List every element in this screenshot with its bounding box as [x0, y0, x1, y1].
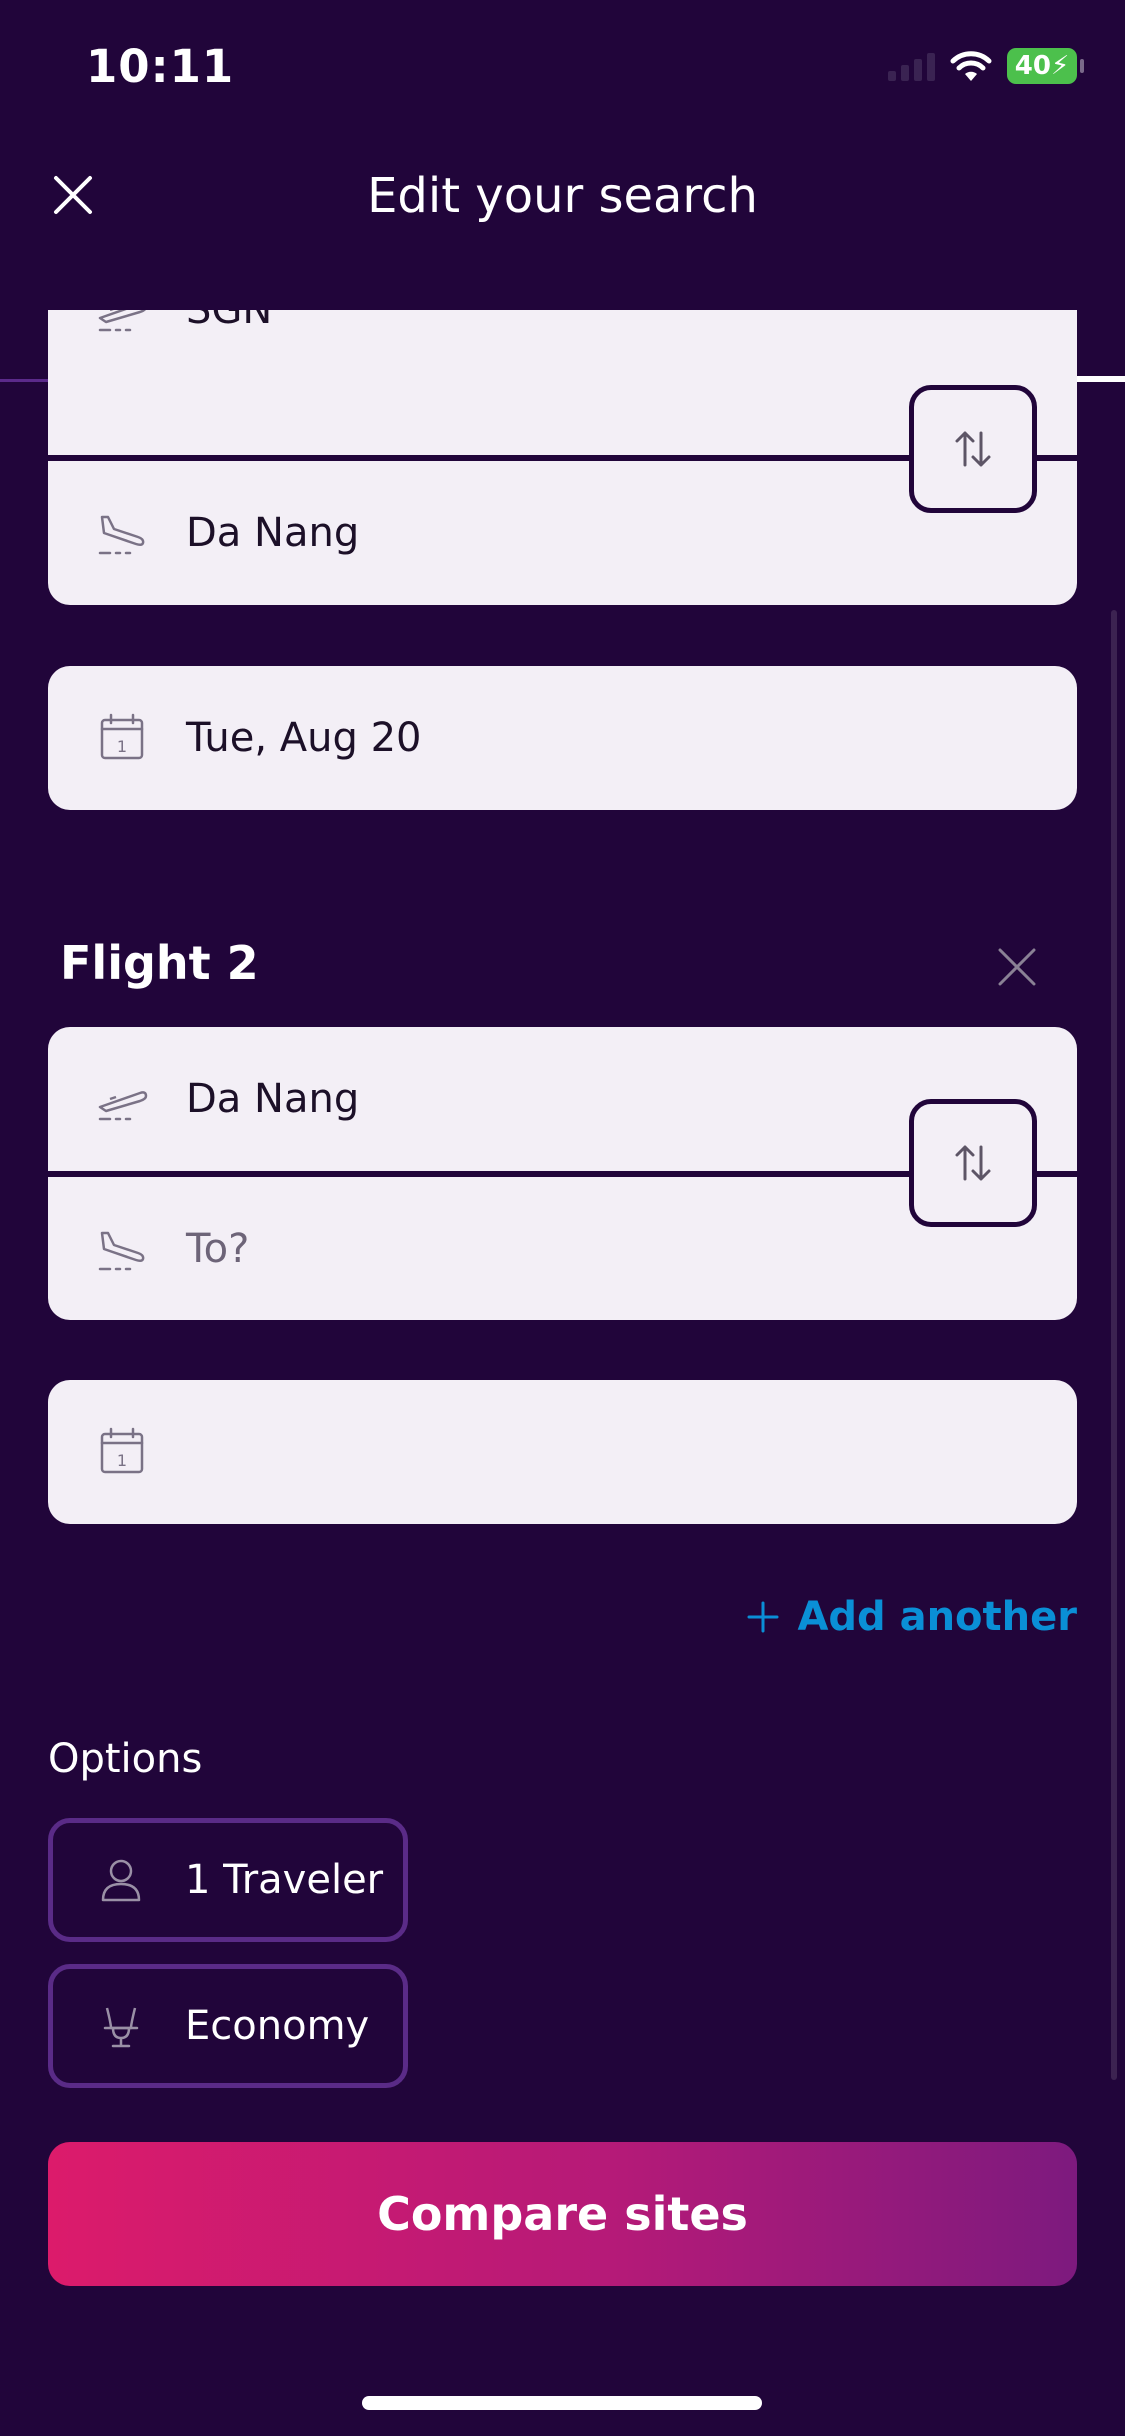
calendar-icon: 1	[100, 1427, 144, 1474]
plane-landing-icon	[98, 515, 145, 555]
scrollbar[interactable]	[1111, 610, 1117, 2080]
wifi-icon	[950, 51, 992, 81]
swap-arrows-icon	[955, 431, 991, 467]
flight1-destination-value: Da Nang	[186, 510, 360, 556]
plane-takeoff-icon	[98, 310, 147, 332]
cabin-class-value: Economy	[185, 2003, 370, 2049]
flight2-date-row[interactable]: 1	[48, 1380, 1077, 1524]
status-indicators: 40 ⚡	[888, 48, 1084, 84]
swap-arrows-icon	[955, 1145, 991, 1181]
flight2-title: Flight 2	[60, 936, 259, 990]
cellular-signal-icon	[888, 51, 935, 81]
flight1-swap-button[interactable]	[909, 385, 1037, 513]
calendar-icon: 1	[100, 713, 144, 760]
person-icon	[101, 1859, 141, 1902]
page-title: Edit your search	[367, 168, 758, 224]
add-another-button[interactable]: Add another	[745, 1594, 1077, 1640]
seat-icon	[103, 2007, 139, 2048]
plane-landing-icon	[98, 1231, 145, 1270]
flight2-origin-value: Da Nang	[186, 1076, 360, 1122]
cabin-class-button[interactable]: Economy	[48, 1964, 408, 2088]
battery-icon: 40 ⚡	[1007, 48, 1084, 84]
flight2-date-field[interactable]: 1	[48, 1380, 1077, 1524]
flight1-date-field[interactable]: 1 Tue, Aug 20	[48, 666, 1077, 810]
flight2-swap-button[interactable]	[909, 1099, 1037, 1227]
plus-icon	[747, 1601, 779, 1633]
remove-flight-icon[interactable]	[994, 944, 1040, 990]
flight1-date-row[interactable]: 1 Tue, Aug 20	[48, 666, 1077, 810]
flight1-date-value: Tue, Aug 20	[186, 715, 422, 761]
battery-level: 40	[1014, 51, 1051, 81]
travelers-button[interactable]: 1 Traveler	[48, 1818, 408, 1942]
add-another-label: Add another	[797, 1594, 1077, 1640]
flight1-origin-field[interactable]: SGN	[48, 310, 1077, 385]
status-time: 10:11	[86, 40, 235, 93]
plane-takeoff-icon	[98, 1091, 148, 1121]
compare-sites-button[interactable]: Compare sites	[48, 2142, 1077, 2286]
travelers-value: 1 Traveler	[185, 1857, 384, 1903]
svg-text:1: 1	[117, 1451, 127, 1470]
options-label: Options	[48, 1736, 203, 1782]
flight2-destination-placeholder: To?	[186, 1225, 250, 1272]
svg-text:1: 1	[117, 737, 127, 756]
home-indicator[interactable]	[362, 2396, 762, 2410]
flight1-origin-value: SGN	[186, 310, 273, 333]
